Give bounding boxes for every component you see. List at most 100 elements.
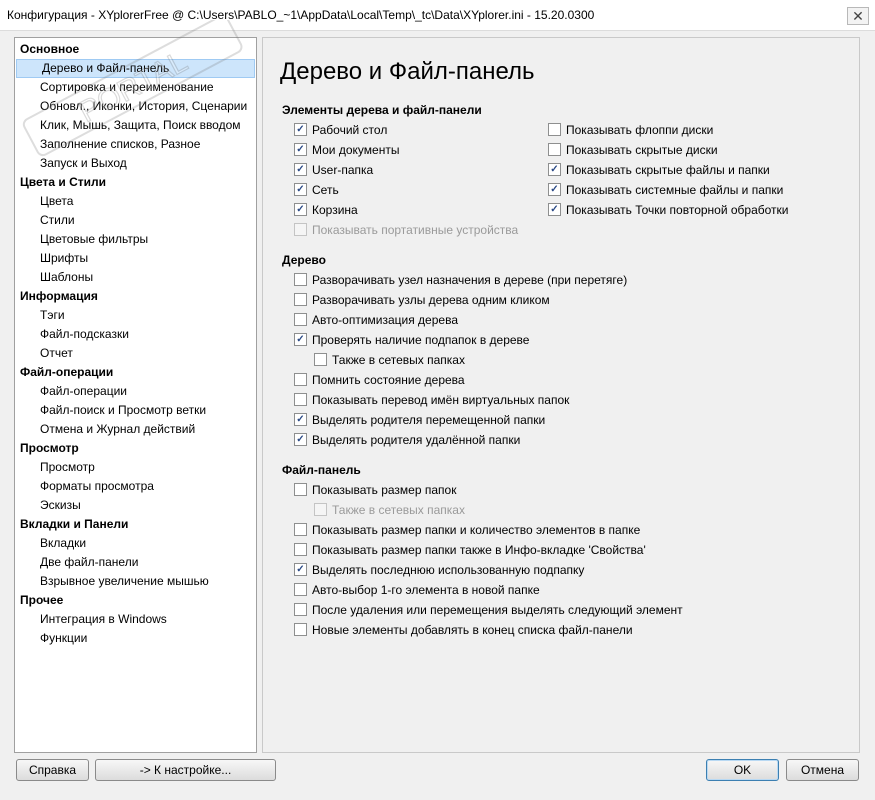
checkbox-checked-icon[interactable]: ✓: [294, 203, 307, 217]
checkbox-checked-icon[interactable]: ✓: [294, 183, 307, 197]
tree-item[interactable]: Файл-поиск и Просмотр ветки: [15, 401, 256, 420]
tree-category[interactable]: Прочее: [15, 591, 256, 610]
option-label: Показывать портативные устройства: [312, 223, 519, 237]
option-checkbox[interactable]: ✓ Выделять родителя удалённой папки: [294, 431, 520, 449]
option-checkbox[interactable]: Авто-выбор 1-го элемента в новой папке: [294, 581, 540, 599]
option-checkbox[interactable]: ✓ Показывать Точки повторной обработки: [548, 201, 789, 219]
option-checkbox[interactable]: Новые элементы добавлять в конец списка …: [294, 621, 633, 639]
tree-category[interactable]: Вкладки и Панели: [15, 515, 256, 534]
ok-button[interactable]: OK: [706, 759, 779, 781]
tree-item[interactable]: Цветовые фильтры: [15, 230, 256, 249]
checkbox-checked-icon[interactable]: ✓: [548, 183, 561, 197]
option-label: Корзина: [312, 203, 358, 217]
tree-item[interactable]: Шрифты: [15, 249, 256, 268]
tree-item[interactable]: Сортировка и переименование: [15, 78, 256, 97]
checkbox-unchecked-icon[interactable]: [548, 143, 561, 157]
section-heading-items: Элементы дерева и файл-панели: [282, 103, 482, 117]
tree-item[interactable]: Цвета: [15, 192, 256, 211]
checkbox-unchecked-icon[interactable]: [294, 393, 307, 407]
option-checkbox[interactable]: Показывать размер папок: [294, 481, 456, 499]
tree-item[interactable]: Клик, Мышь, Защита, Поиск вводом: [15, 116, 256, 135]
option-label: Показывать флоппи диски: [566, 123, 714, 137]
option-checkbox[interactable]: Показывать флоппи диски: [548, 121, 713, 139]
option-checkbox[interactable]: ✓ Мои документы: [294, 141, 399, 159]
tree-item[interactable]: Файл-операции: [15, 382, 256, 401]
tree-item[interactable]: Интеграция в Windows: [15, 610, 256, 629]
option-checkbox[interactable]: Также в сетевых папках: [314, 351, 465, 369]
option-checkbox[interactable]: После удаления или перемещения выделять …: [294, 601, 683, 619]
checkbox-unchecked-icon[interactable]: [548, 123, 561, 137]
option-checkbox[interactable]: ✓ Показывать скрытые файлы и папки: [548, 161, 770, 179]
option-label: Также в сетевых папках: [332, 503, 465, 517]
tree-category[interactable]: Основное: [15, 40, 256, 59]
tree-item[interactable]: Отчет: [15, 344, 256, 363]
checkbox-checked-icon[interactable]: ✓: [294, 123, 307, 137]
option-checkbox[interactable]: Разворачивать узел назначения в дереве (…: [294, 271, 627, 289]
option-checkbox[interactable]: Показывать перевод имён виртуальных папо…: [294, 391, 569, 409]
checkbox-checked-icon[interactable]: ✓: [294, 143, 307, 157]
checkbox-unchecked-icon[interactable]: [294, 543, 307, 557]
tree-item[interactable]: Обновл., Иконки, История, Сценарии: [15, 97, 256, 116]
goto-setting-button[interactable]: -> К настройке...: [95, 759, 276, 781]
checkbox-unchecked-icon[interactable]: [294, 293, 307, 307]
close-button[interactable]: ✕: [847, 7, 869, 25]
checkbox-checked-icon[interactable]: ✓: [548, 203, 561, 217]
tree-item[interactable]: Шаблоны: [15, 268, 256, 287]
checkbox-unchecked-icon[interactable]: [294, 623, 307, 637]
tree-category[interactable]: Цвета и Стили: [15, 173, 256, 192]
option-label: Показывать Точки повторной обработки: [566, 203, 789, 217]
tree-item[interactable]: Отмена и Журнал действий: [15, 420, 256, 439]
tree-item[interactable]: Функции: [15, 629, 256, 648]
tree-category[interactable]: Информация: [15, 287, 256, 306]
tree-category[interactable]: Просмотр: [15, 439, 256, 458]
checkbox-checked-icon[interactable]: ✓: [294, 433, 307, 447]
checkbox-unchecked-icon[interactable]: [294, 373, 307, 387]
checkbox-unchecked-icon[interactable]: [294, 313, 307, 327]
checkbox-checked-icon[interactable]: ✓: [548, 163, 561, 177]
tree-item[interactable]: Взрывное увеличение мышью: [15, 572, 256, 591]
checkbox-unchecked-icon[interactable]: [294, 603, 307, 617]
checkbox-checked-icon[interactable]: ✓: [294, 413, 307, 427]
tree-item[interactable]: Заполнение списков, Разное: [15, 135, 256, 154]
tree-item[interactable]: Форматы просмотра: [15, 477, 256, 496]
option-checkbox[interactable]: ✓ User-папка: [294, 161, 373, 179]
tree-item[interactable]: Две файл-панели: [15, 553, 256, 572]
option-label: Показывать скрытые диски: [566, 143, 718, 157]
option-label: Показывать размер папок: [312, 483, 457, 497]
checkbox-unchecked-icon[interactable]: [294, 483, 307, 497]
option-checkbox[interactable]: ✓ Рабочий стол: [294, 121, 387, 139]
checkbox-checked-icon[interactable]: ✓: [294, 563, 307, 577]
checkbox-checked-icon[interactable]: ✓: [294, 333, 307, 347]
option-checkbox[interactable]: ✓ Корзина: [294, 201, 358, 219]
option-label: Показывать размер папки и количество эле…: [312, 523, 641, 537]
tree-item[interactable]: Стили: [15, 211, 256, 230]
checkbox-unchecked-icon[interactable]: [294, 523, 307, 537]
option-checkbox[interactable]: Показывать размер папки и количество эле…: [294, 521, 640, 539]
help-button[interactable]: Справка: [16, 759, 89, 781]
settings-category-tree[interactable]: Основное Дерево и Файл-панель Сортировка и…: [14, 37, 257, 753]
option-checkbox[interactable]: ✓ Сеть: [294, 181, 339, 199]
tree-item[interactable]: Запуск и Выход: [15, 154, 256, 173]
option-checkbox[interactable]: ✓ Выделять последнюю использованную подпа…: [294, 561, 584, 579]
option-checkbox[interactable]: Разворачивать узлы дерева одним кликом: [294, 291, 550, 309]
cancel-button[interactable]: Отмена: [786, 759, 859, 781]
option-checkbox[interactable]: ✓ Показывать системные файлы и папки: [548, 181, 783, 199]
option-checkbox[interactable]: Авто-оптимизация дерева: [294, 311, 458, 329]
option-checkbox[interactable]: Показывать размер папки также в Инфо-вкл…: [294, 541, 646, 559]
option-checkbox[interactable]: Показывать скрытые диски: [548, 141, 718, 159]
tree-item[interactable]: Дерево и Файл-панель: [16, 59, 255, 78]
tree-item[interactable]: Вкладки: [15, 534, 256, 553]
checkbox-checked-icon[interactable]: ✓: [294, 163, 307, 177]
checkbox-unchecked-icon[interactable]: [294, 583, 307, 597]
option-checkbox[interactable]: Помнить состояние дерева: [294, 371, 465, 389]
option-checkbox[interactable]: ✓ Проверять наличие подпапок в дереве: [294, 331, 529, 349]
tree-item[interactable]: Тэги: [15, 306, 256, 325]
tree-category[interactable]: Файл-операции: [15, 363, 256, 382]
close-icon: ✕: [852, 8, 864, 24]
tree-item[interactable]: Просмотр: [15, 458, 256, 477]
checkbox-unchecked-icon[interactable]: [314, 353, 327, 367]
tree-item[interactable]: Файл-подсказки: [15, 325, 256, 344]
option-checkbox[interactable]: ✓ Выделять родителя перемещенной папки: [294, 411, 545, 429]
tree-item[interactable]: Эскизы: [15, 496, 256, 515]
checkbox-unchecked-icon[interactable]: [294, 273, 307, 287]
